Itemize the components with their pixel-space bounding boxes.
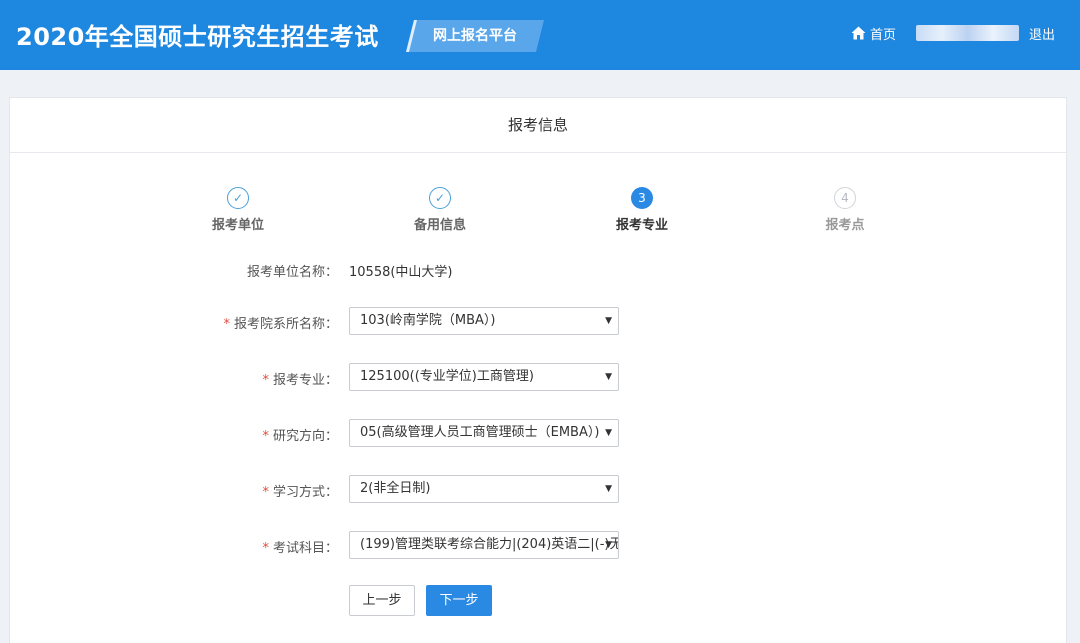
required-mark: * (262, 485, 269, 500)
exam-subjects-select[interactable]: (199)管理类联考综合能力|(204)英语二|(-)无 ▼ (349, 531, 619, 559)
dropdown-caret-icon: ▼ (605, 316, 612, 326)
home-link-label: 首页 (870, 27, 897, 43)
platform-badge: 网上报名平台 (406, 20, 544, 52)
username-blurred (916, 25, 1019, 41)
top-header-bar: 2020年全国硕士研究生招生考试 网上报名平台 首页 退出 (0, 0, 1080, 70)
dropdown-caret-icon: ▼ (605, 484, 612, 494)
direction-label: * 研究方向： (262, 425, 338, 444)
dropdown-caret-icon: ▼ (605, 540, 612, 550)
step-number-badge: 3 (631, 187, 653, 209)
step-backup-info: ✓ 备用信息 (380, 187, 500, 233)
exam-subjects-label-text: 考试科目： (272, 541, 338, 556)
dropdown-caret-icon: ▼ (605, 372, 612, 382)
step-label: 报考单位 (211, 218, 264, 233)
major-label-text: 报考专业： (272, 373, 338, 388)
unit-name-label: 报考单位名称： (246, 265, 338, 280)
home-link[interactable]: 首页 (851, 24, 897, 43)
unit-name-value: 10558(中山大学) (349, 265, 453, 280)
department-label-text: 报考院系所名称： (233, 317, 338, 332)
department-select-value: 103(岭南学院（MBA）) (360, 313, 496, 328)
next-step-button[interactable]: 下一步 (426, 585, 492, 616)
department-select[interactable]: 103(岭南学院（MBA）) ▼ (349, 307, 619, 335)
required-mark: * (262, 429, 269, 444)
major-label: * 报考专业： (262, 369, 338, 388)
study-mode-select[interactable]: 2(非全日制) ▼ (349, 475, 619, 503)
previous-step-button[interactable]: 上一步 (349, 585, 415, 616)
study-mode-select-value: 2(非全日制) (360, 481, 431, 496)
step-done-check-icon: ✓ (429, 187, 451, 209)
major-select[interactable]: 125100((专业学位)工商管理) ▼ (349, 363, 619, 391)
study-mode-label-text: 学习方式： (272, 485, 338, 500)
step-exam-site: 4 报考点 (785, 187, 905, 233)
study-mode-label: * 学习方式： (262, 481, 338, 500)
required-mark: * (223, 317, 230, 332)
dropdown-caret-icon: ▼ (605, 428, 612, 438)
required-mark: * (262, 541, 269, 556)
direction-select[interactable]: 05(高级管理人员工商管理硕士（EMBA）) ▼ (349, 419, 619, 447)
step-number-badge: 4 (834, 187, 856, 209)
required-mark: * (262, 373, 269, 388)
step-done-check-icon: ✓ (227, 187, 249, 209)
step-label: 报考专业 (615, 218, 668, 233)
platform-badge-label: 网上报名平台 (433, 28, 517, 44)
step-label: 报考点 (825, 218, 865, 233)
step-exam-major: 3 报考专业 (582, 187, 702, 233)
major-select-value: 125100((专业学位)工商管理) (360, 369, 534, 384)
direction-select-value: 05(高级管理人员工商管理硕士（EMBA）) (360, 425, 600, 440)
exam-subjects-select-value: (199)管理类联考综合能力|(204)英语二|(-)无 (360, 537, 619, 552)
exam-subjects-label: * 考试科目： (262, 537, 338, 556)
step-exam-unit: ✓ 报考单位 (178, 187, 298, 233)
site-title: 2020年全国硕士研究生招生考试 (16, 23, 379, 51)
department-label: * 报考院系所名称： (223, 313, 338, 332)
card-title: 报考信息 (10, 98, 1066, 153)
direction-label-text: 研究方向： (272, 429, 338, 444)
logout-link[interactable]: 退出 (1029, 24, 1055, 43)
home-icon (851, 26, 866, 40)
step-label: 备用信息 (413, 218, 466, 233)
